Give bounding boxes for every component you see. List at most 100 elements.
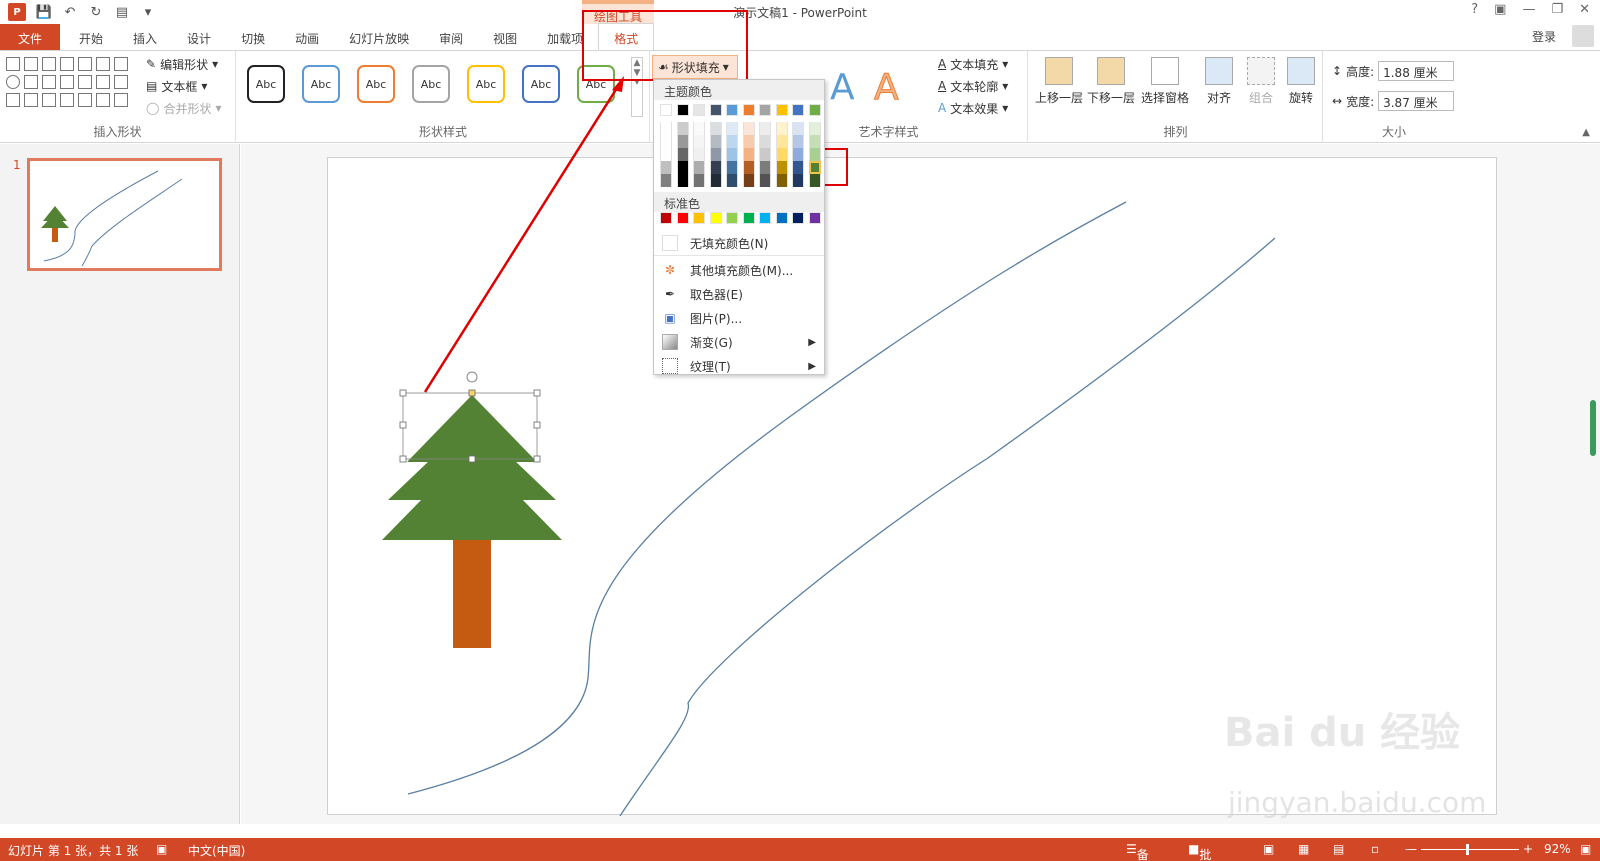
tab-insert[interactable]: 插入 — [118, 24, 172, 50]
theme-color-shade-swatch[interactable] — [676, 148, 689, 161]
theme-color-shade-swatch[interactable] — [726, 122, 738, 135]
close-icon[interactable]: ✕ — [1579, 2, 1590, 17]
theme-color-swatch[interactable] — [775, 104, 788, 116]
no-fill-item[interactable]: 无填充颜色(N) — [654, 231, 824, 255]
theme-color-shade-swatch[interactable] — [808, 135, 821, 148]
theme-color-shade-swatch[interactable] — [693, 122, 705, 135]
shape-icon[interactable] — [78, 75, 92, 89]
theme-color-shade-swatch[interactable] — [726, 135, 738, 148]
theme-color-shade-swatch[interactable] — [759, 148, 771, 161]
notes-button[interactable]: ☰ 备注 — [1126, 842, 1149, 861]
width-input[interactable]: 3.87 厘米 — [1378, 91, 1455, 111]
eyedropper-item[interactable]: ✒ 取色器(E) — [654, 282, 824, 306]
theme-color-shade-swatch[interactable] — [742, 161, 755, 174]
shape-icon[interactable] — [114, 75, 128, 89]
avatar[interactable] — [1572, 25, 1594, 47]
selected-green-swatch[interactable] — [808, 161, 821, 174]
theme-color-shade-swatch[interactable] — [759, 122, 771, 135]
style-preset-6[interactable]: Abc — [522, 65, 560, 103]
tab-slideshow[interactable]: 幻灯片放映 — [334, 24, 424, 50]
shape-icon[interactable] — [114, 57, 128, 71]
theme-color-shade-swatch[interactable] — [693, 148, 705, 161]
theme-color-shade-swatch[interactable] — [775, 161, 788, 174]
theme-color-shade-swatch[interactable] — [693, 161, 705, 174]
vertical-scrollbar-thumb[interactable] — [1590, 400, 1596, 456]
tab-review[interactable]: 审阅 — [424, 24, 478, 50]
theme-color-shade-swatch[interactable] — [726, 148, 738, 161]
rotate-button[interactable]: 旋转 — [1275, 55, 1327, 106]
tab-file[interactable]: 文件 — [0, 24, 61, 50]
selection-pane-button[interactable]: 选择窗格 — [1139, 55, 1191, 106]
edit-shape-button[interactable]: ✎ 编辑形状 ▾ — [146, 53, 221, 75]
slide-sorter-icon[interactable]: ▦ — [1298, 842, 1309, 856]
zoom-out-icon[interactable]: — — [1405, 842, 1417, 856]
style-preset-3[interactable]: Abc — [357, 65, 395, 103]
ribbon-display-icon[interactable]: ▣ — [1494, 2, 1506, 17]
theme-color-swatch[interactable] — [742, 104, 755, 116]
theme-color-shade-swatch[interactable] — [726, 161, 738, 174]
help-icon[interactable]: ? — [1471, 2, 1478, 17]
restore-icon[interactable]: ❐ — [1551, 2, 1563, 17]
slide-thumbnail[interactable] — [27, 158, 222, 271]
theme-color-shade-swatch[interactable] — [660, 122, 672, 135]
theme-color-shade-swatch[interactable] — [808, 174, 821, 187]
theme-color-shade-swatch[interactable] — [742, 148, 755, 161]
shape-icon[interactable] — [96, 93, 110, 107]
standard-color-swatch[interactable] — [742, 212, 755, 224]
height-input[interactable]: 1.88 厘米 — [1378, 61, 1455, 81]
theme-color-shade-swatch[interactable] — [792, 135, 804, 148]
zoom-slider[interactable] — [1421, 849, 1519, 850]
wordart-sample-blue[interactable]: A — [830, 67, 855, 108]
zoom-in-icon[interactable]: + — [1523, 842, 1533, 856]
normal-view-icon[interactable]: ▣ — [1263, 842, 1274, 856]
shape-icon[interactable] — [60, 93, 74, 107]
style-preset-5[interactable]: Abc — [467, 65, 505, 103]
shape-icon[interactable] — [6, 75, 20, 89]
more-fill-colors-item[interactable]: ✼ 其他填充颜色(M)... — [654, 258, 824, 282]
standard-color-swatch[interactable] — [726, 212, 738, 224]
theme-color-shade-swatch[interactable] — [808, 148, 821, 161]
standard-color-swatch[interactable] — [660, 212, 672, 224]
standard-color-swatch[interactable] — [775, 212, 788, 224]
theme-color-swatch[interactable] — [726, 104, 738, 116]
style-preset-1[interactable]: Abc — [247, 65, 285, 103]
theme-color-shade-swatch[interactable] — [676, 135, 689, 148]
theme-color-shade-swatch[interactable] — [709, 161, 722, 174]
spell-check-icon[interactable]: ▣ — [156, 842, 167, 856]
shape-icon[interactable] — [24, 75, 38, 89]
theme-color-shade-swatch[interactable] — [660, 148, 672, 161]
theme-color-shade-swatch[interactable] — [709, 174, 722, 187]
picture-fill-item[interactable]: ▣ 图片(P)... — [654, 306, 824, 330]
minimize-icon[interactable]: — — [1522, 2, 1535, 17]
theme-color-swatch[interactable] — [660, 104, 672, 116]
theme-color-shade-swatch[interactable] — [676, 161, 689, 174]
standard-color-swatch[interactable] — [709, 212, 722, 224]
text-box-button[interactable]: ▤ 文本框 ▾ — [146, 75, 221, 97]
theme-color-swatch[interactable] — [676, 104, 689, 116]
theme-color-shade-swatch[interactable] — [742, 122, 755, 135]
slideshow-view-icon[interactable]: ▫ — [1371, 842, 1379, 856]
theme-color-swatch[interactable] — [709, 104, 722, 116]
shape-icon[interactable] — [24, 93, 38, 107]
theme-color-swatch[interactable] — [792, 104, 804, 116]
send-backward-button[interactable]: 下移一层 — [1085, 55, 1137, 106]
merge-shapes-button[interactable]: ◯ 合并形状 ▾ — [146, 97, 221, 119]
theme-color-shade-swatch[interactable] — [775, 148, 788, 161]
shape-icon[interactable] — [42, 75, 56, 89]
theme-color-shade-swatch[interactable] — [660, 161, 672, 174]
theme-color-swatch[interactable] — [759, 104, 771, 116]
wordart-sample-orange[interactable]: A — [874, 67, 900, 109]
theme-color-shade-swatch[interactable] — [676, 174, 689, 187]
standard-color-swatch[interactable] — [808, 212, 821, 224]
shape-icon[interactable] — [96, 75, 110, 89]
collapse-ribbon-icon[interactable]: ▲ — [1582, 127, 1590, 138]
text-fill-button[interactable]: A 文本填充 ▾ — [938, 53, 1008, 75]
theme-color-shade-swatch[interactable] — [709, 135, 722, 148]
fit-to-window-icon[interactable]: ▣ — [1580, 842, 1591, 856]
theme-color-shade-swatch[interactable] — [709, 148, 722, 161]
theme-color-swatch[interactable] — [808, 104, 821, 116]
theme-color-shade-swatch[interactable] — [759, 135, 771, 148]
shape-fill-button[interactable]: ☙ 形状填充 ▾ — [652, 55, 738, 79]
theme-color-shade-swatch[interactable] — [693, 174, 705, 187]
theme-color-shade-swatch[interactable] — [792, 161, 804, 174]
